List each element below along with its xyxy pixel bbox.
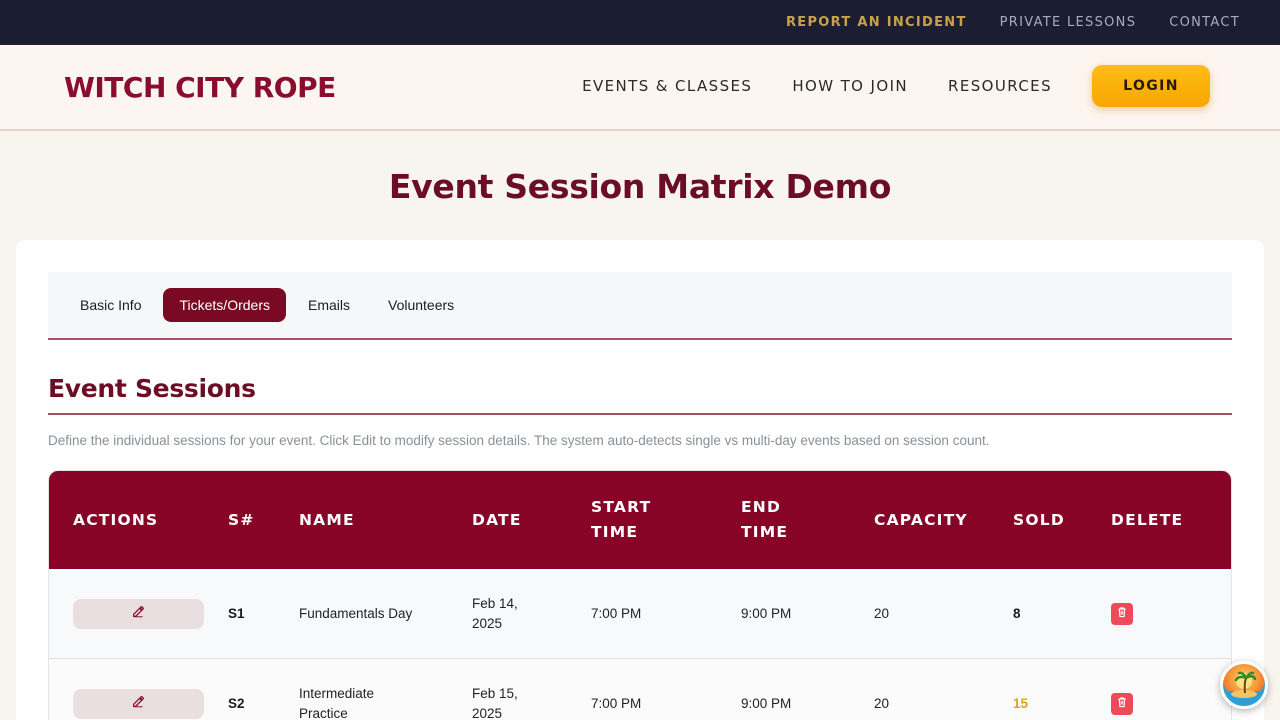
col-delete: DELETE bbox=[1111, 510, 1184, 529]
report-incident-link[interactable]: REPORT AN INCIDENT bbox=[786, 15, 967, 30]
session-date: Feb 15, 2025 bbox=[472, 685, 518, 720]
main-header: WITCH CITY ROPE EVENTS & CLASSES HOW TO … bbox=[0, 45, 1280, 131]
table-row: S2 Intermediate Practice Feb 15, 2025 7:… bbox=[49, 659, 1231, 720]
session-sold: 8 bbox=[1013, 605, 1021, 621]
nav-events-classes[interactable]: EVENTS & CLASSES bbox=[582, 77, 752, 95]
tab-bar: Basic Info Tickets/Orders Emails Volunte… bbox=[48, 272, 1232, 340]
col-capacity: CAPACITY bbox=[874, 510, 968, 529]
main-nav: EVENTS & CLASSES HOW TO JOIN RESOURCES L… bbox=[582, 65, 1210, 107]
delete-session-button[interactable] bbox=[1111, 692, 1133, 715]
trash-icon bbox=[1116, 604, 1128, 624]
session-start-time: 7:00 PM bbox=[591, 695, 642, 711]
nav-how-to-join[interactable]: HOW TO JOIN bbox=[792, 77, 908, 95]
tab-tickets-orders[interactable]: Tickets/Orders bbox=[163, 288, 286, 322]
login-button[interactable]: LOGIN bbox=[1092, 65, 1210, 107]
session-name: Intermediate Practice bbox=[299, 685, 375, 720]
trash-icon bbox=[1116, 694, 1128, 714]
session-number: S2 bbox=[228, 695, 245, 711]
table-header: ACTIONS S# NAME DATE START TIME END TIME… bbox=[49, 471, 1231, 569]
edit-icon bbox=[132, 694, 145, 714]
table-row: S1 Fundamentals Day Feb 14, 2025 7:00 PM… bbox=[49, 569, 1231, 659]
tab-basic-info[interactable]: Basic Info bbox=[64, 288, 157, 322]
col-actions: ACTIONS bbox=[73, 510, 159, 529]
tab-emails[interactable]: Emails bbox=[292, 288, 366, 322]
session-date: Feb 14, 2025 bbox=[472, 595, 518, 631]
col-name: NAME bbox=[299, 510, 355, 529]
utility-bar: REPORT AN INCIDENT PRIVATE LESSONS CONTA… bbox=[0, 0, 1280, 45]
section-title: Event Sessions bbox=[48, 374, 1232, 415]
session-capacity: 20 bbox=[874, 695, 890, 711]
nav-resources[interactable]: RESOURCES bbox=[948, 77, 1052, 95]
session-end-time: 9:00 PM bbox=[741, 695, 792, 711]
section-description: Define the individual sessions for your … bbox=[48, 433, 990, 448]
delete-session-button[interactable] bbox=[1111, 602, 1133, 625]
event-editor-card: Basic Info Tickets/Orders Emails Volunte… bbox=[16, 240, 1264, 720]
session-sold: 15 bbox=[1013, 695, 1029, 711]
col-end-time: END TIME bbox=[741, 498, 789, 541]
edit-icon bbox=[132, 604, 145, 624]
sessions-table: ACTIONS S# NAME DATE START TIME END TIME… bbox=[48, 470, 1232, 720]
session-capacity: 20 bbox=[874, 605, 890, 621]
assistant-avatar-button[interactable] bbox=[1220, 661, 1268, 709]
edit-session-button[interactable] bbox=[73, 598, 204, 629]
palm-tree-icon bbox=[1223, 671, 1265, 706]
page-title: Event Session Matrix Demo bbox=[388, 167, 892, 206]
session-name: Fundamentals Day bbox=[299, 605, 413, 621]
site-logo[interactable]: WITCH CITY ROPE bbox=[64, 71, 336, 104]
session-end-time: 9:00 PM bbox=[741, 605, 792, 621]
private-lessons-link[interactable]: PRIVATE LESSONS bbox=[1000, 15, 1137, 30]
col-date: DATE bbox=[472, 510, 522, 529]
session-start-time: 7:00 PM bbox=[591, 605, 642, 621]
col-session-number: S# bbox=[228, 510, 255, 529]
contact-link[interactable]: CONTACT bbox=[1169, 15, 1240, 30]
edit-session-button[interactable] bbox=[73, 688, 204, 719]
tab-volunteers[interactable]: Volunteers bbox=[372, 288, 470, 322]
session-number: S1 bbox=[228, 605, 245, 621]
col-start-time: START TIME bbox=[591, 498, 652, 541]
col-sold: SOLD bbox=[1013, 510, 1065, 529]
